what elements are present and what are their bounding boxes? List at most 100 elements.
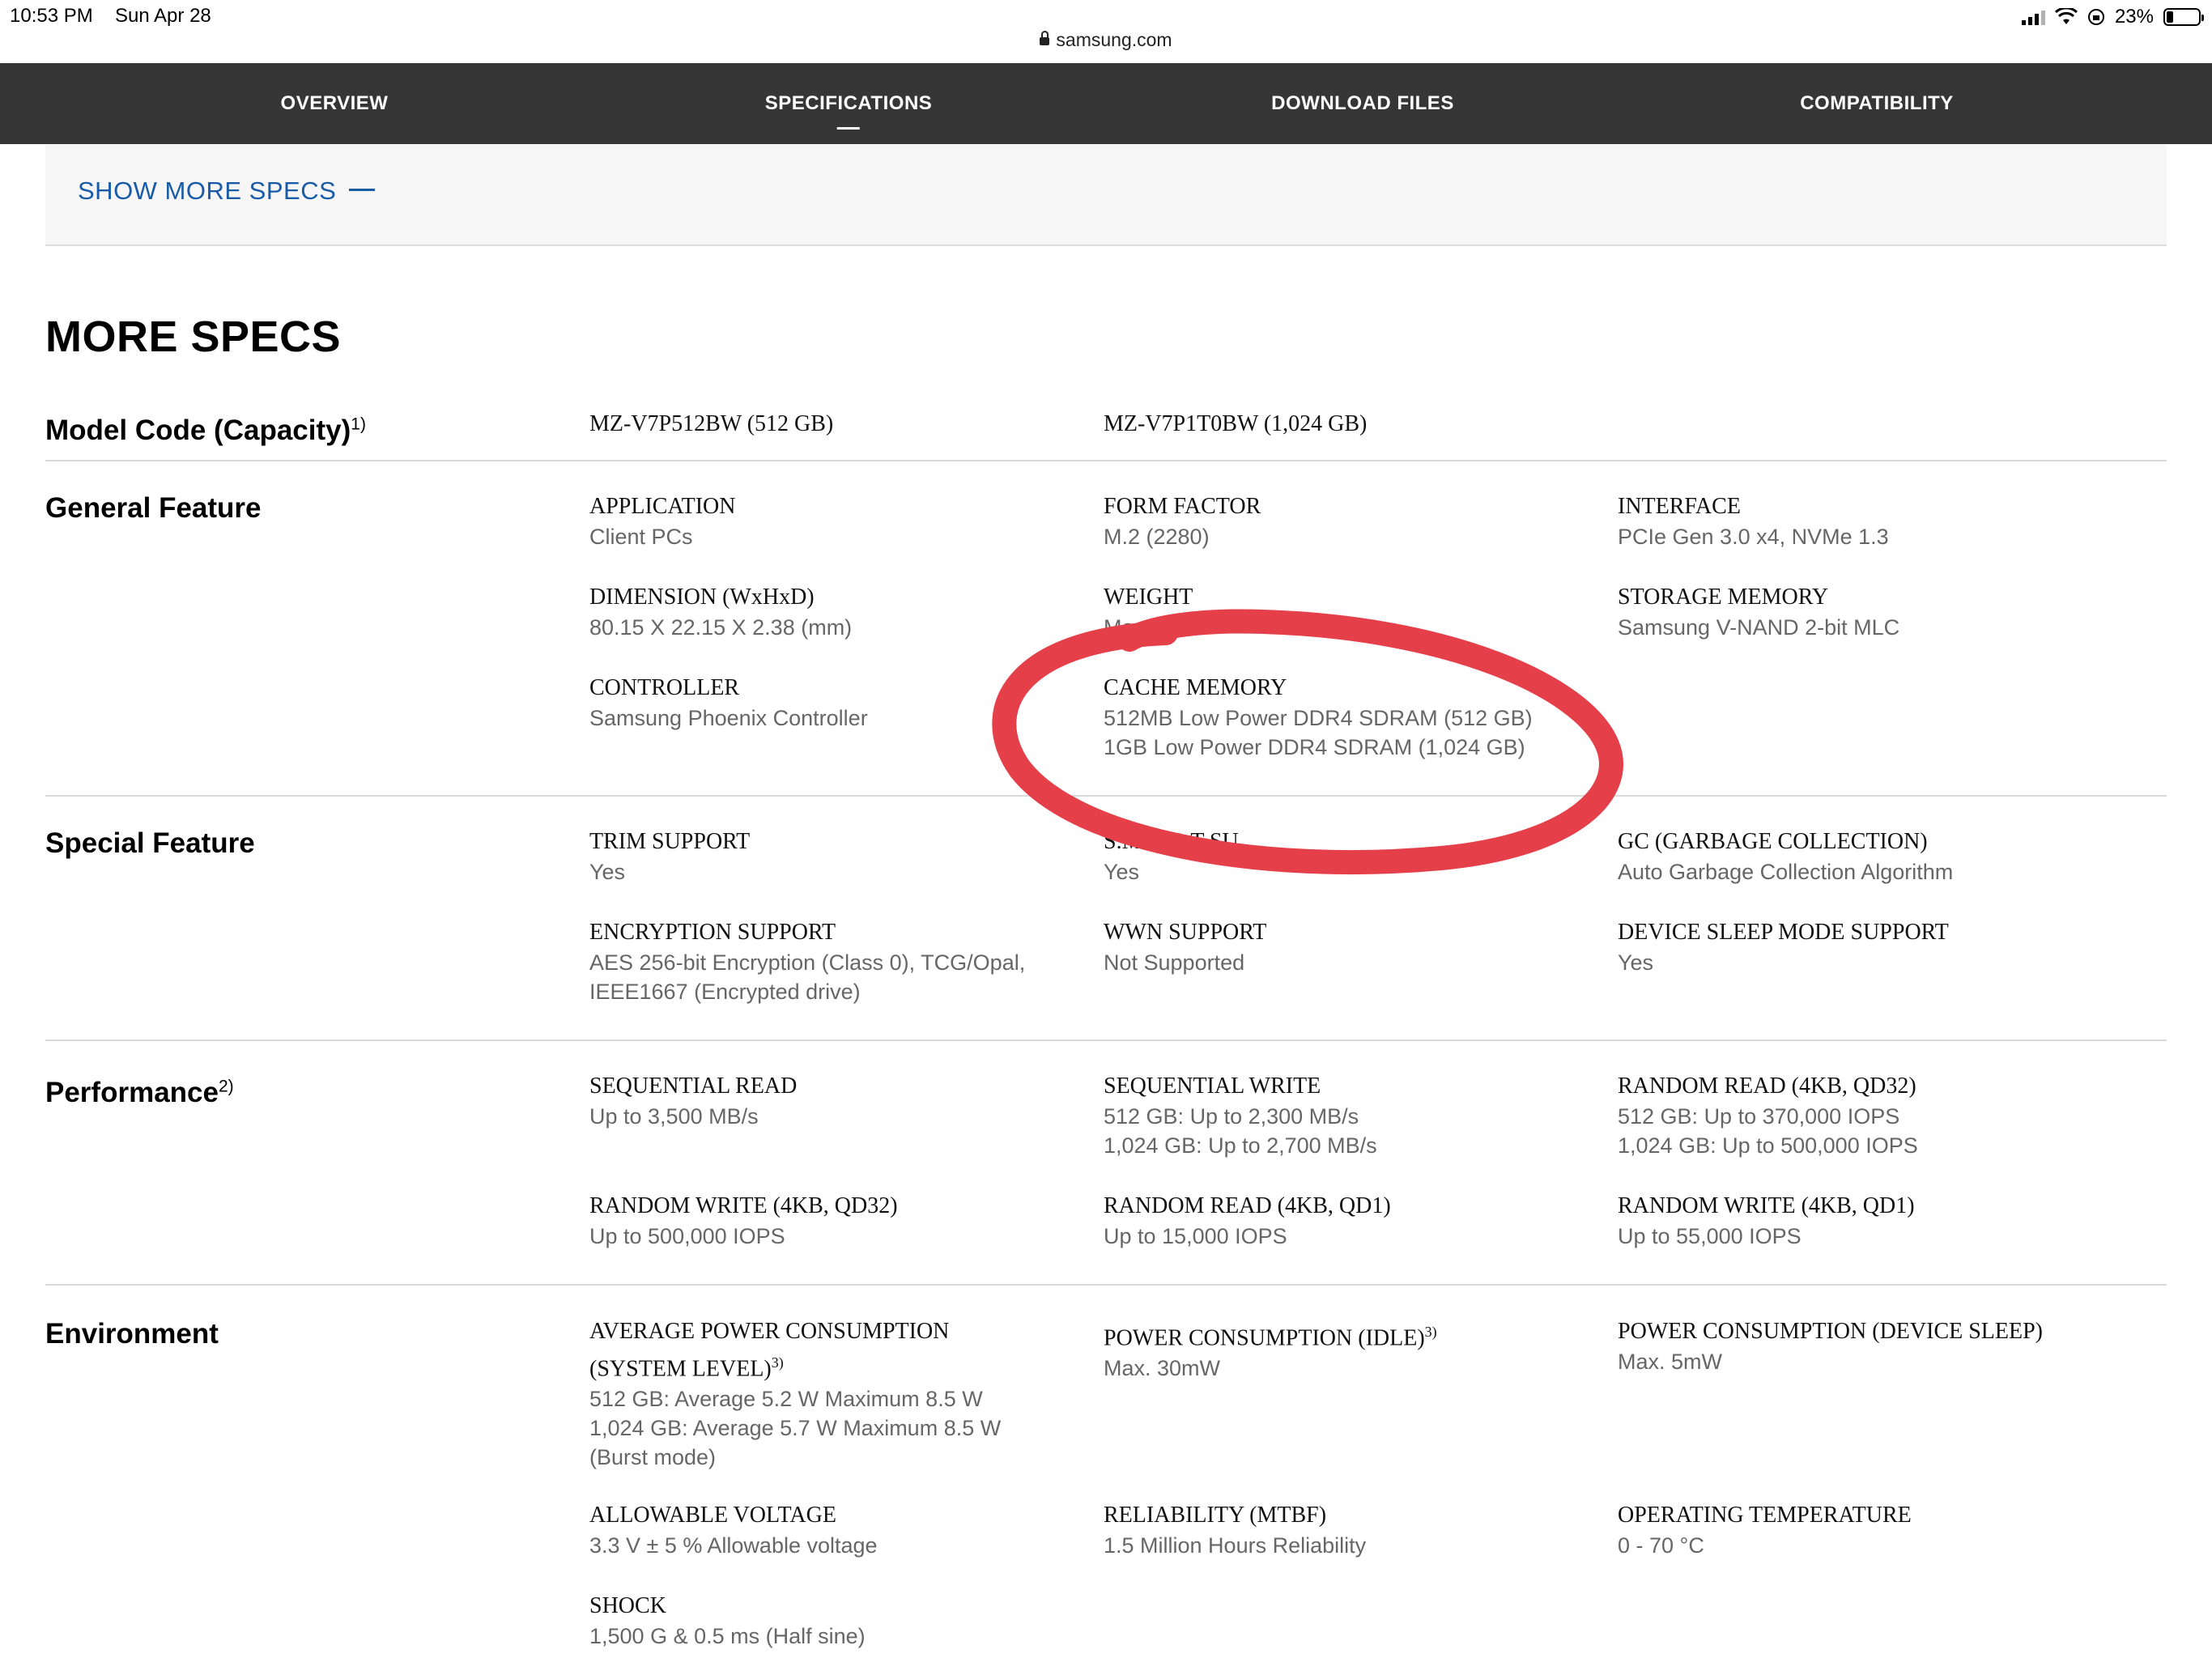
lock-icon	[1040, 31, 1050, 45]
spec-encryption-support: ENCRYPTION SUPPORT AES 256-bit Encryptio…	[589, 917, 1075, 1006]
spec-value: 1,500 G & 0.5 ms (Half sine)	[589, 1624, 866, 1648]
spec-value: 512 GB: Up to 370,000 IOPS 1,024 GB: Up …	[1618, 1104, 1918, 1158]
tab-compatibility[interactable]: COMPATIBILITY	[1800, 63, 1954, 144]
spec-value: Samsung V-NAND 2-bit MLC	[1618, 615, 1900, 640]
section-label: Performance	[45, 1077, 219, 1108]
spec-value: Yes	[1104, 860, 1140, 884]
spec-value: Up to 15,000 IOPS	[1104, 1224, 1287, 1248]
spec-value: Up to 55,000 IOPS	[1618, 1224, 1802, 1248]
spec-title: POWER CONSUMPTION (DEVICE SLEEP)	[1618, 1319, 2043, 1344]
spec-title: SHOCK	[589, 1593, 666, 1618]
spec-title: RELIABILITY (MTBF)	[1104, 1503, 1327, 1528]
spec-title: OPERATING TEMPERATURE	[1618, 1503, 1912, 1528]
spec-value: M.2 (2280)	[1104, 525, 1210, 549]
divider	[45, 795, 2167, 797]
cellular-signal-icon	[2021, 9, 2045, 25]
spec-power-idle: POWER CONSUMPTION (IDLE)3) Max. 30mW	[1104, 1316, 1589, 1383]
url-bar[interactable]: samsung.com	[0, 29, 2212, 51]
spec-title: RANDOM READ (4KB, QD32)	[1618, 1073, 1916, 1099]
model-code-1024: MZ-V7P1T0BW (1,024 GB)	[1104, 411, 1368, 436]
spec-title: RANDOM WRITE (4KB, QD32)	[589, 1193, 898, 1218]
page-title: MORE SPECS	[45, 312, 342, 361]
spec-random-write-qd1: RANDOM WRITE (4KB, QD1) Up to 55,000 IOP…	[1618, 1191, 2104, 1251]
spec-value: 0 - 70 °C	[1618, 1533, 1704, 1558]
spec-random-read-qd32: RANDOM READ (4KB, QD32) 512 GB: Up to 37…	[1618, 1071, 2104, 1160]
footnote-ref: 2)	[218, 1077, 234, 1096]
battery-icon	[2163, 8, 2204, 26]
tab-overview[interactable]: OVERVIEW	[281, 63, 389, 144]
spec-cache-memory: CACHE MEMORY 512MB Low Power DDR4 SDRAM …	[1104, 673, 1589, 762]
battery-percent: 23%	[2114, 6, 2154, 28]
spec-dimension: DIMENSION (WxHxD) 80.15 X 22.15 X 2.38 (…	[589, 582, 1075, 642]
spec-title: ENCRYPTION SUPPORT	[589, 920, 836, 945]
section-performance: Performance2)	[45, 1077, 234, 1109]
status-indicators: 23%	[2021, 5, 2204, 29]
spec-title: GC (GARBAGE COLLECTION)	[1618, 829, 1928, 854]
spec-title: DEVICE SLEEP MODE SUPPORT	[1618, 920, 1949, 945]
spec-title: AVERAGE POWER CONSUMPTION	[589, 1319, 950, 1344]
spec-value: Max. 30mW	[1104, 1356, 1221, 1381]
spec-value: 512 GB: Up to 2,300 MB/s 1,024 GB: Up to…	[1104, 1104, 1377, 1158]
wifi-icon	[2054, 8, 2078, 24]
spec-value: PCIe Gen 3.0 x4, NVMe 1.3	[1618, 525, 1889, 549]
spec-title-line: POWER CONSUMPTION (IDLE)3)	[1104, 1316, 1589, 1354]
tab-download-files[interactable]: DOWNLOAD FILES	[1271, 63, 1454, 144]
divider	[45, 1039, 2167, 1041]
orientation-lock-icon	[2087, 9, 2104, 25]
spec-title: ALLOWABLE VOLTAGE	[589, 1503, 836, 1528]
spec-title: WWN SUPPORT	[1104, 920, 1267, 945]
spec-title: APPLICATION	[589, 494, 736, 519]
spec-interface: INTERFACE PCIe Gen 3.0 x4, NVMe 1.3	[1618, 491, 2104, 551]
tab-specifications[interactable]: SPECIFICATIONS	[765, 63, 933, 144]
spec-title-suffix: (SYSTEM LEVEL)	[589, 1356, 772, 1382]
spec-garbage-collection: GC (GARBAGE COLLECTION) Auto Garbage Col…	[1618, 827, 2104, 886]
spec-nav-bar: OVERVIEW SPECIFICATIONS DOWNLOAD FILES C…	[0, 63, 2212, 144]
spec-title: CACHE MEMORY	[1104, 675, 1287, 700]
divider	[45, 460, 2167, 461]
spec-value: Max. 8	[1104, 615, 1170, 640]
model-code-512: MZ-V7P512BW (512 GB)	[589, 411, 834, 436]
spec-value: Yes	[1618, 950, 1654, 975]
section-label: Model Code (Capacity)	[45, 414, 351, 446]
spec-value: 80.15 X 22.15 X 2.38 (mm)	[589, 615, 853, 640]
spec-title: SEQUENTIAL READ	[589, 1073, 798, 1099]
spec-operating-temperature: OPERATING TEMPERATURE 0 - 70 °C	[1618, 1500, 2104, 1560]
footnote-ref: 3)	[771, 1354, 784, 1371]
spec-title: RANDOM READ (4KB, QD1)	[1104, 1193, 1391, 1218]
spec-shock: SHOCK 1,500 G & 0.5 ms (Half sine)	[589, 1591, 1075, 1651]
footnote-ref: 3)	[1424, 1324, 1437, 1340]
spec-form-factor: FORM FACTOR M.2 (2280)	[1104, 491, 1589, 551]
spec-random-read-qd1: RANDOM READ (4KB, QD1) Up to 15,000 IOPS	[1104, 1191, 1589, 1251]
spec-title-line2: (SYSTEM LEVEL)3)	[589, 1347, 1075, 1384]
spec-storage-memory: STORAGE MEMORY Samsung V-NAND 2-bit MLC	[1618, 582, 2104, 642]
spec-title: CONTROLLER	[589, 675, 740, 700]
section-model-code: Model Code (Capacity)1)	[45, 414, 366, 447]
divider	[45, 1284, 2167, 1286]
spec-power-device-sleep: POWER CONSUMPTION (DEVICE SLEEP) Max. 5m…	[1618, 1316, 2104, 1376]
spec-avg-power-consumption: AVERAGE POWER CONSUMPTION (SYSTEM LEVEL)…	[589, 1316, 1075, 1472]
spec-sequential-write: SEQUENTIAL WRITE 512 GB: Up to 2,300 MB/…	[1104, 1071, 1589, 1160]
spec-title: WEIGHT	[1104, 585, 1193, 610]
spec-title: STORAGE MEMORY	[1618, 585, 1829, 610]
status-date: Sun Apr 28	[115, 5, 211, 27]
show-more-label: SHOW MORE SPECS	[78, 176, 337, 205]
section-special-feature: Special Feature	[45, 827, 255, 859]
spec-value: 3.3 V ± 5 % Allowable voltage	[589, 1533, 878, 1558]
spec-wwn-support: WWN SUPPORT Not Supported	[1104, 917, 1589, 977]
spec-trim-support: TRIM SUPPORT Yes	[589, 827, 1075, 886]
spec-value: 1.5 Million Hours Reliability	[1104, 1533, 1367, 1558]
show-more-specs-button[interactable]: SHOW MORE SPECS	[78, 176, 376, 206]
spec-value: Yes	[589, 860, 626, 884]
spec-value: Client PCs	[589, 525, 693, 549]
spec-reliability: RELIABILITY (MTBF) 1.5 Million Hours Rel…	[1104, 1500, 1589, 1560]
spec-application: APPLICATION Client PCs	[589, 491, 1075, 551]
spec-title: RANDOM WRITE (4KB, QD1)	[1618, 1193, 1915, 1218]
section-general-feature: General Feature	[45, 492, 262, 524]
spec-allowable-voltage: ALLOWABLE VOLTAGE 3.3 V ± 5 % Allowable …	[589, 1500, 1075, 1560]
spec-title: DIMENSION (WxHxD)	[589, 585, 815, 610]
collapse-icon	[349, 189, 376, 192]
spec-value: Not Supported	[1104, 950, 1245, 975]
spec-title: INTERFACE	[1618, 494, 1741, 519]
url-domain: samsung.com	[1056, 29, 1172, 50]
spec-value: Up to 500,000 IOPS	[589, 1224, 785, 1248]
